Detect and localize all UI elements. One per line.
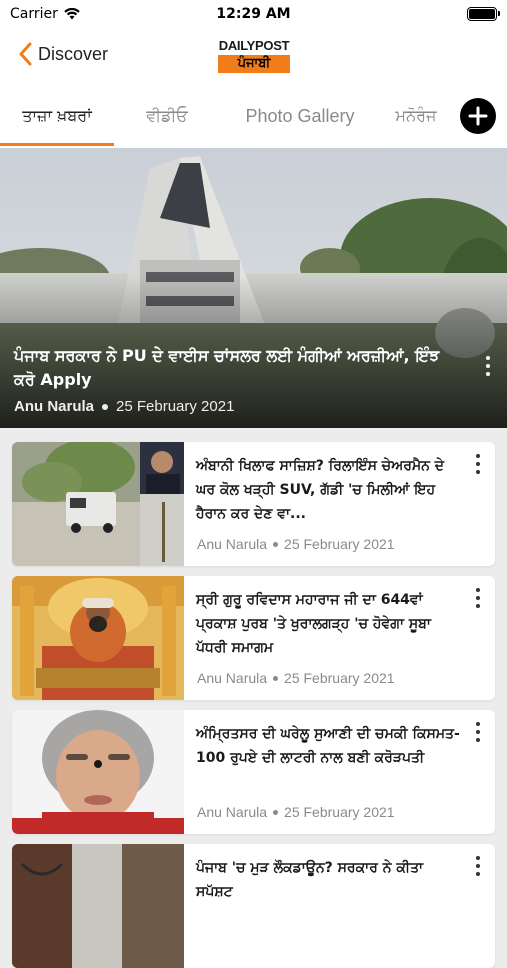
add-category-button[interactable] bbox=[460, 98, 496, 134]
back-button[interactable]: Discover bbox=[18, 42, 108, 66]
tab-label: ਤਾਜ਼ਾ ਖ਼ਬਰਾਂ bbox=[22, 106, 92, 125]
article-card[interactable]: ਅੰਬਾਨੀ ਖਿਲਾਫ ਸਾਜ਼ਿਸ਼? ਰਿਲਾਇੰਸ ਚੇਅਰਮੈਨ ਦੇ… bbox=[12, 442, 495, 566]
hero-title: ਪੰਜਾਬ ਸਰਕਾਰ ਨੇ PU ਦੇ ਵਾਈਸ ਚਾਂਸਲਰ ਲਈ ਮੰਗੀ… bbox=[14, 346, 440, 389]
more-vertical-icon[interactable] bbox=[473, 454, 483, 474]
article-thumbnail bbox=[12, 442, 184, 566]
article-meta: Anu Narula 25 February 2021 bbox=[197, 536, 395, 552]
hero-author: Anu Narula bbox=[14, 398, 95, 415]
article-card[interactable]: ਪੰਜਾਬ 'ਚ ਮੁੜ ਲੌਕਡਾਊਨ? ਸਰਕਾਰ ਨੇ ਕੀਤਾ ਸਪੱਸ… bbox=[12, 844, 495, 968]
carrier-label: Carrier bbox=[10, 6, 58, 22]
category-tabs: ਤਾਜ਼ਾ ਖ਼ਬਰਾਂ ਵੀਡੀਓ Photo Gallery ਮਨੋਰੰਜ bbox=[0, 84, 507, 148]
article-meta: Anu Narula 25 February 2021 bbox=[197, 670, 395, 686]
tab-video[interactable]: ਵੀਡੀਓ bbox=[114, 84, 220, 148]
tab-label: ਮਨੋਰੰਜ bbox=[395, 106, 437, 125]
article-title: ਅੰਮ੍ਰਿਤਸਰ ਦੀ ਘਰੇਲੂ ਸੁਆਣੀ ਦੀ ਚਮਕੀ ਕਿਸਮਤ- … bbox=[196, 726, 460, 766]
logo-bottom-text: ਪੰਜਾਬੀ bbox=[218, 55, 290, 73]
tab-latest-news[interactable]: ਤਾਜ਼ਾ ਖ਼ਬਰਾਂ bbox=[0, 84, 114, 148]
article-date: 25 February 2021 bbox=[284, 670, 395, 686]
status-left: Carrier bbox=[10, 6, 80, 22]
article-thumbnail bbox=[12, 844, 184, 968]
logo-top-text: DAILYPOST bbox=[218, 38, 290, 53]
tab-label: ਵੀਡੀਓ bbox=[146, 106, 188, 125]
article-meta: Anu Narula 25 February 2021 bbox=[197, 804, 395, 820]
status-bar: Carrier 12:29 AM bbox=[0, 0, 507, 28]
hero-article[interactable]: ਪੰਜਾਬ ਸਰਕਾਰ ਨੇ PU ਦੇ ਵਾਈਸ ਚਾਂਸਲਰ ਲਈ ਮੰਗੀ… bbox=[0, 148, 507, 428]
chevron-left-icon bbox=[19, 42, 32, 66]
more-vertical-icon[interactable] bbox=[483, 356, 493, 376]
hero-date: 25 February 2021 bbox=[116, 398, 235, 415]
article-author: Anu Narula bbox=[197, 536, 268, 552]
article-card[interactable]: ਸ੍ਰੀ ਗੁਰੂ ਰਵਿਦਾਸ ਮਹਾਰਾਜ ਜੀ ਦਾ 644ਵਾਂ ਪ੍ਰ… bbox=[12, 576, 495, 700]
dailypost-logo: DAILYPOST ਪੰਜਾਬੀ bbox=[218, 38, 290, 74]
article-thumbnail bbox=[12, 576, 184, 700]
article-thumbnail bbox=[12, 710, 184, 834]
plus-icon bbox=[468, 106, 488, 126]
more-vertical-icon[interactable] bbox=[473, 722, 483, 742]
more-vertical-icon[interactable] bbox=[473, 856, 483, 876]
separator-dot bbox=[102, 403, 109, 410]
more-vertical-icon[interactable] bbox=[473, 588, 483, 608]
tab-entertainment[interactable]: ਮਨੋਰੰਜ bbox=[380, 84, 452, 148]
wifi-icon bbox=[64, 8, 80, 20]
article-title: ਅੰਬਾਨੀ ਖਿਲਾਫ ਸਾਜ਼ਿਸ਼? ਰਿਲਾਇੰਸ ਚੇਅਰਮੈਨ ਦੇ… bbox=[196, 458, 445, 522]
article-date: 25 February 2021 bbox=[284, 536, 395, 552]
separator-dot bbox=[273, 809, 279, 815]
article-author: Anu Narula bbox=[197, 670, 268, 686]
article-title: ਪੰਜਾਬ 'ਚ ਮੁੜ ਲੌਕਡਾਊਨ? ਸਰਕਾਰ ਨੇ ਕੀਤਾ ਸਪੱਸ… bbox=[196, 860, 424, 900]
separator-dot bbox=[273, 675, 279, 681]
article-date: 25 February 2021 bbox=[284, 804, 395, 820]
back-label: Discover bbox=[38, 43, 109, 64]
tab-label: Photo Gallery bbox=[245, 105, 355, 126]
article-author: Anu Narula bbox=[197, 804, 268, 820]
battery-icon bbox=[467, 7, 500, 21]
nav-bar: Discover DAILYPOST ਪੰਜਾਬੀ bbox=[0, 28, 507, 84]
article-title: ਸ੍ਰੀ ਗੁਰੂ ਰਵਿਦਾਸ ਮਹਾਰਾਜ ਜੀ ਦਾ 644ਵਾਂ ਪ੍ਰ… bbox=[196, 592, 431, 656]
separator-dot bbox=[273, 541, 279, 547]
tab-photo-gallery[interactable]: Photo Gallery bbox=[220, 84, 380, 148]
article-card[interactable]: ਅੰਮ੍ਰਿਤਸਰ ਦੀ ਘਰੇਲੂ ਸੁਆਣੀ ਦੀ ਚਮਕੀ ਕਿਸਮਤ- … bbox=[12, 710, 495, 834]
hero-meta: Anu Narula 25 February 2021 bbox=[14, 398, 234, 415]
